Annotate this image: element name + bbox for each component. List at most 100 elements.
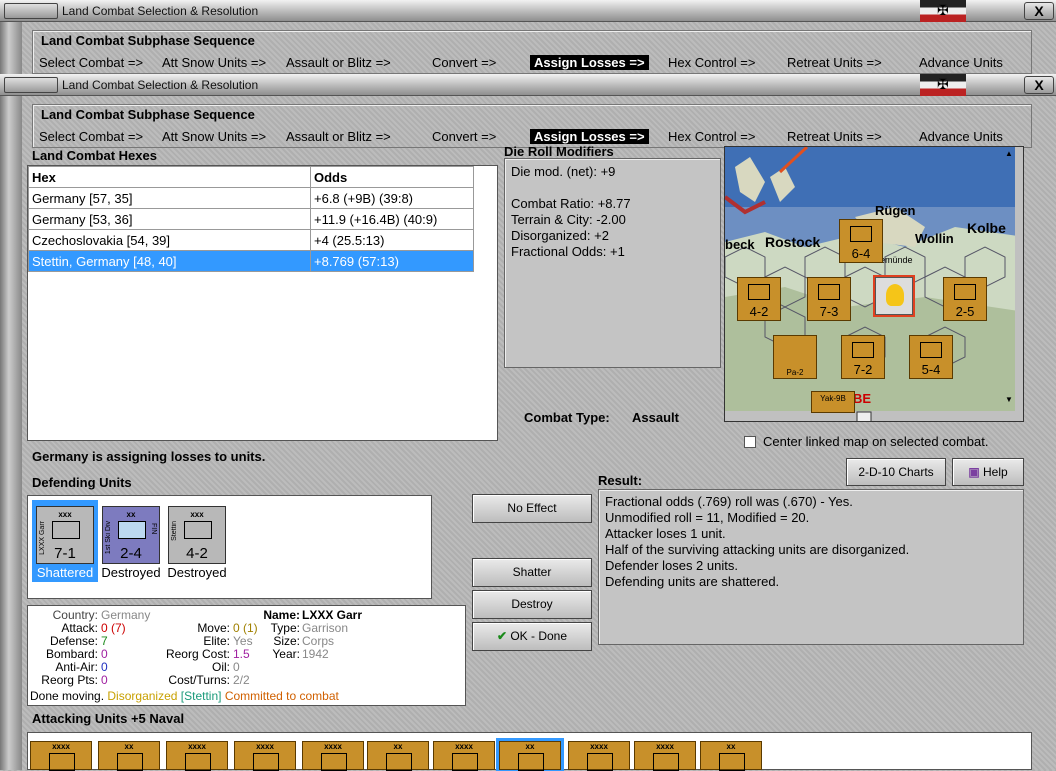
table-row[interactable]: Germany [57, 35] +6.8 (+9B) (39:8) [28,187,474,209]
help-button-label: Help [983,465,1008,479]
system-menu-button[interactable] [4,77,58,93]
attacking-title: Attacking Units +5 Naval [32,711,185,726]
window-frame [0,96,22,770]
scroll-down-icon[interactable]: ▼ [1005,395,1015,405]
hex-cell[interactable]: Stettin, Germany [48, 40] [28,250,311,272]
flag-icon: ✠ [920,74,966,96]
map-counter-air[interactable]: Pa-2 [773,335,817,379]
unit-status: Shattered [36,565,94,580]
seq-step-advance: Advance Units [919,129,1003,144]
attacking-unit-selected[interactable]: xx [499,741,561,771]
ski-symbol-icon [118,521,146,539]
window-titlebar[interactable]: Land Combat Selection & Resolution ✠ X [0,74,1056,96]
odds-cell[interactable]: +11.9 (+16.4B) (40:9) [310,208,474,230]
attacking-unit[interactable]: xx [700,741,762,771]
sequence-heading: Land Combat Subphase Sequence [41,107,255,122]
map-counter[interactable]: 6-4 [839,219,883,263]
attacking-unit[interactable]: xxxx [433,741,495,771]
map-counter-air[interactable]: Yak-9B [811,391,855,413]
ok-done-button[interactable]: ✔ OK - Done [472,622,592,651]
hexes-title: Land Combat Hexes [32,148,157,163]
defending-unit-garrison[interactable]: xxx LXXX Garr 7-1 [36,506,94,564]
attacking-unit[interactable]: xxxx [234,741,296,771]
table-row[interactable]: Germany [53, 36] +11.9 (+16.4B) (40:9) [28,208,474,230]
map-label-wollin: Wollin [915,231,954,246]
result-line: Fractional odds (.769) roll was (.670) -… [605,494,853,509]
seq-step: Advance Units [919,55,1003,70]
map-label-rugen: Rügen [875,203,916,218]
col-hex[interactable]: Hex [28,166,311,188]
center-linked-checkbox[interactable] [744,436,756,448]
map-counter[interactable]: 4-2 [737,277,781,321]
defending-unit-ski[interactable]: xx 1st Ski Div 2-4 FIN [102,506,160,564]
garrison-symbol-icon [52,521,80,539]
map-counter[interactable]: 7-2 [841,335,885,379]
hex-cell[interactable]: Germany [53, 36] [28,208,311,230]
map-label-kolbe: Kolbe [967,220,1006,236]
seq-step: Retreat Units => [787,55,882,70]
seq-step-active: Assign Losses => [530,55,649,70]
fortress-symbol-icon [184,521,212,539]
info-cost-turns: 2/2 [233,673,250,687]
result-line: Unmodified roll = 11, Modified = 20. [605,510,810,525]
table-row[interactable]: Czechoslovakia [54, 39] +4 (25.5:13) [28,229,474,251]
center-linked-label: Center linked map on selected combat. [763,434,989,449]
hexes-list: Hex Odds Germany [57, 35] +6.8 (+9B) (39:8… [27,165,498,441]
modifiers-box: Die mod. (net): +9 Combat Ratio: +8.77 T… [504,158,721,368]
attacking-unit[interactable]: xx [367,741,429,771]
attacking-unit[interactable]: xxxx [634,741,696,771]
table-row-selected[interactable]: Stettin, Germany [48, 40] +8.769 (57:13) [28,250,474,272]
combat-type-label: Combat Type: [524,410,610,425]
close-button[interactable]: X [1024,76,1054,94]
unit-status: Destroyed [101,565,161,580]
map-counter[interactable]: 7-3 [807,277,851,321]
status-text: Germany is assigning losses to units. [32,449,266,464]
odds-cell[interactable]: +4 (25.5:13) [310,229,474,251]
defending-units-panel: xxx LXXX Garr 7-1 Shattered xx 1st Ski D… [27,495,432,599]
info-label: Reorg Pts: [41,673,98,687]
seq-step-assault: Assault or Blitz => [286,129,391,144]
unit-status-line: Done moving. Disorganized [Stettin] Comm… [30,689,339,703]
info-label: Year: [272,647,300,661]
charts-button[interactable]: 2-D-10 Charts [846,458,946,486]
attacking-unit[interactable]: xxxx [30,741,92,771]
background-window-titlebar[interactable]: Land Combat Selection & Resolution ✠ X [0,0,1056,22]
result-title: Result: [598,473,643,488]
hex-cell[interactable]: Germany [57, 35] [28,187,311,209]
unit-info-panel: Country: Germany Attack: 0 (7) Defense: … [27,605,466,706]
defending-unit-stettin[interactable]: xxx Stettin 4-2 [168,506,226,564]
seq-step: Convert => [432,55,497,70]
map-counter[interactable]: 2-5 [943,277,987,321]
attacking-unit[interactable]: xxxx [166,741,228,771]
seq-step-select-combat: Select Combat => [39,129,144,144]
unit-status: Destroyed [167,565,227,580]
seq-step-convert: Convert => [432,129,497,144]
info-year: 1942 [302,647,329,661]
close-button[interactable]: X [1024,2,1054,20]
no-effect-button[interactable]: No Effect [472,494,592,523]
scroll-up-icon[interactable]: ▲ [1005,149,1015,159]
system-menu-button[interactable] [4,3,58,19]
result-line: Defending units are shattered. [605,574,780,589]
combat-marker-icon[interactable] [875,277,913,315]
result-box: Fractional odds (.769) roll was (.670) -… [598,489,1024,645]
shatter-button[interactable]: Shatter [472,558,592,587]
map-counter[interactable]: 5-4 [909,335,953,379]
seq-step-assign-losses: Assign Losses => [530,129,649,144]
modifier-net: Die mod. (net): +9 [511,164,616,179]
mini-map[interactable]: Rügen Rostock Wollin Kolbe beck nemünde … [724,146,1024,422]
flag-icon: ✠ [920,0,966,22]
attacking-unit[interactable]: xx [98,741,160,771]
result-line: Defender loses 2 units. [605,558,738,573]
odds-cell[interactable]: +8.769 (57:13) [310,250,474,272]
attacking-unit[interactable]: xxxx [302,741,364,771]
seq-step-att-snow: Att Snow Units => [162,129,267,144]
col-odds[interactable]: Odds [310,166,474,188]
help-button[interactable]: ▣ Help [952,458,1024,486]
hex-cell[interactable]: Czechoslovakia [54, 39] [28,229,311,251]
background-window-title: Land Combat Selection & Resolution [62,4,259,18]
destroy-button[interactable]: Destroy [472,590,592,619]
odds-cell[interactable]: +6.8 (+9B) (39:8) [310,187,474,209]
attacking-unit[interactable]: xxxx [568,741,630,771]
seq-step: Hex Control => [668,55,756,70]
